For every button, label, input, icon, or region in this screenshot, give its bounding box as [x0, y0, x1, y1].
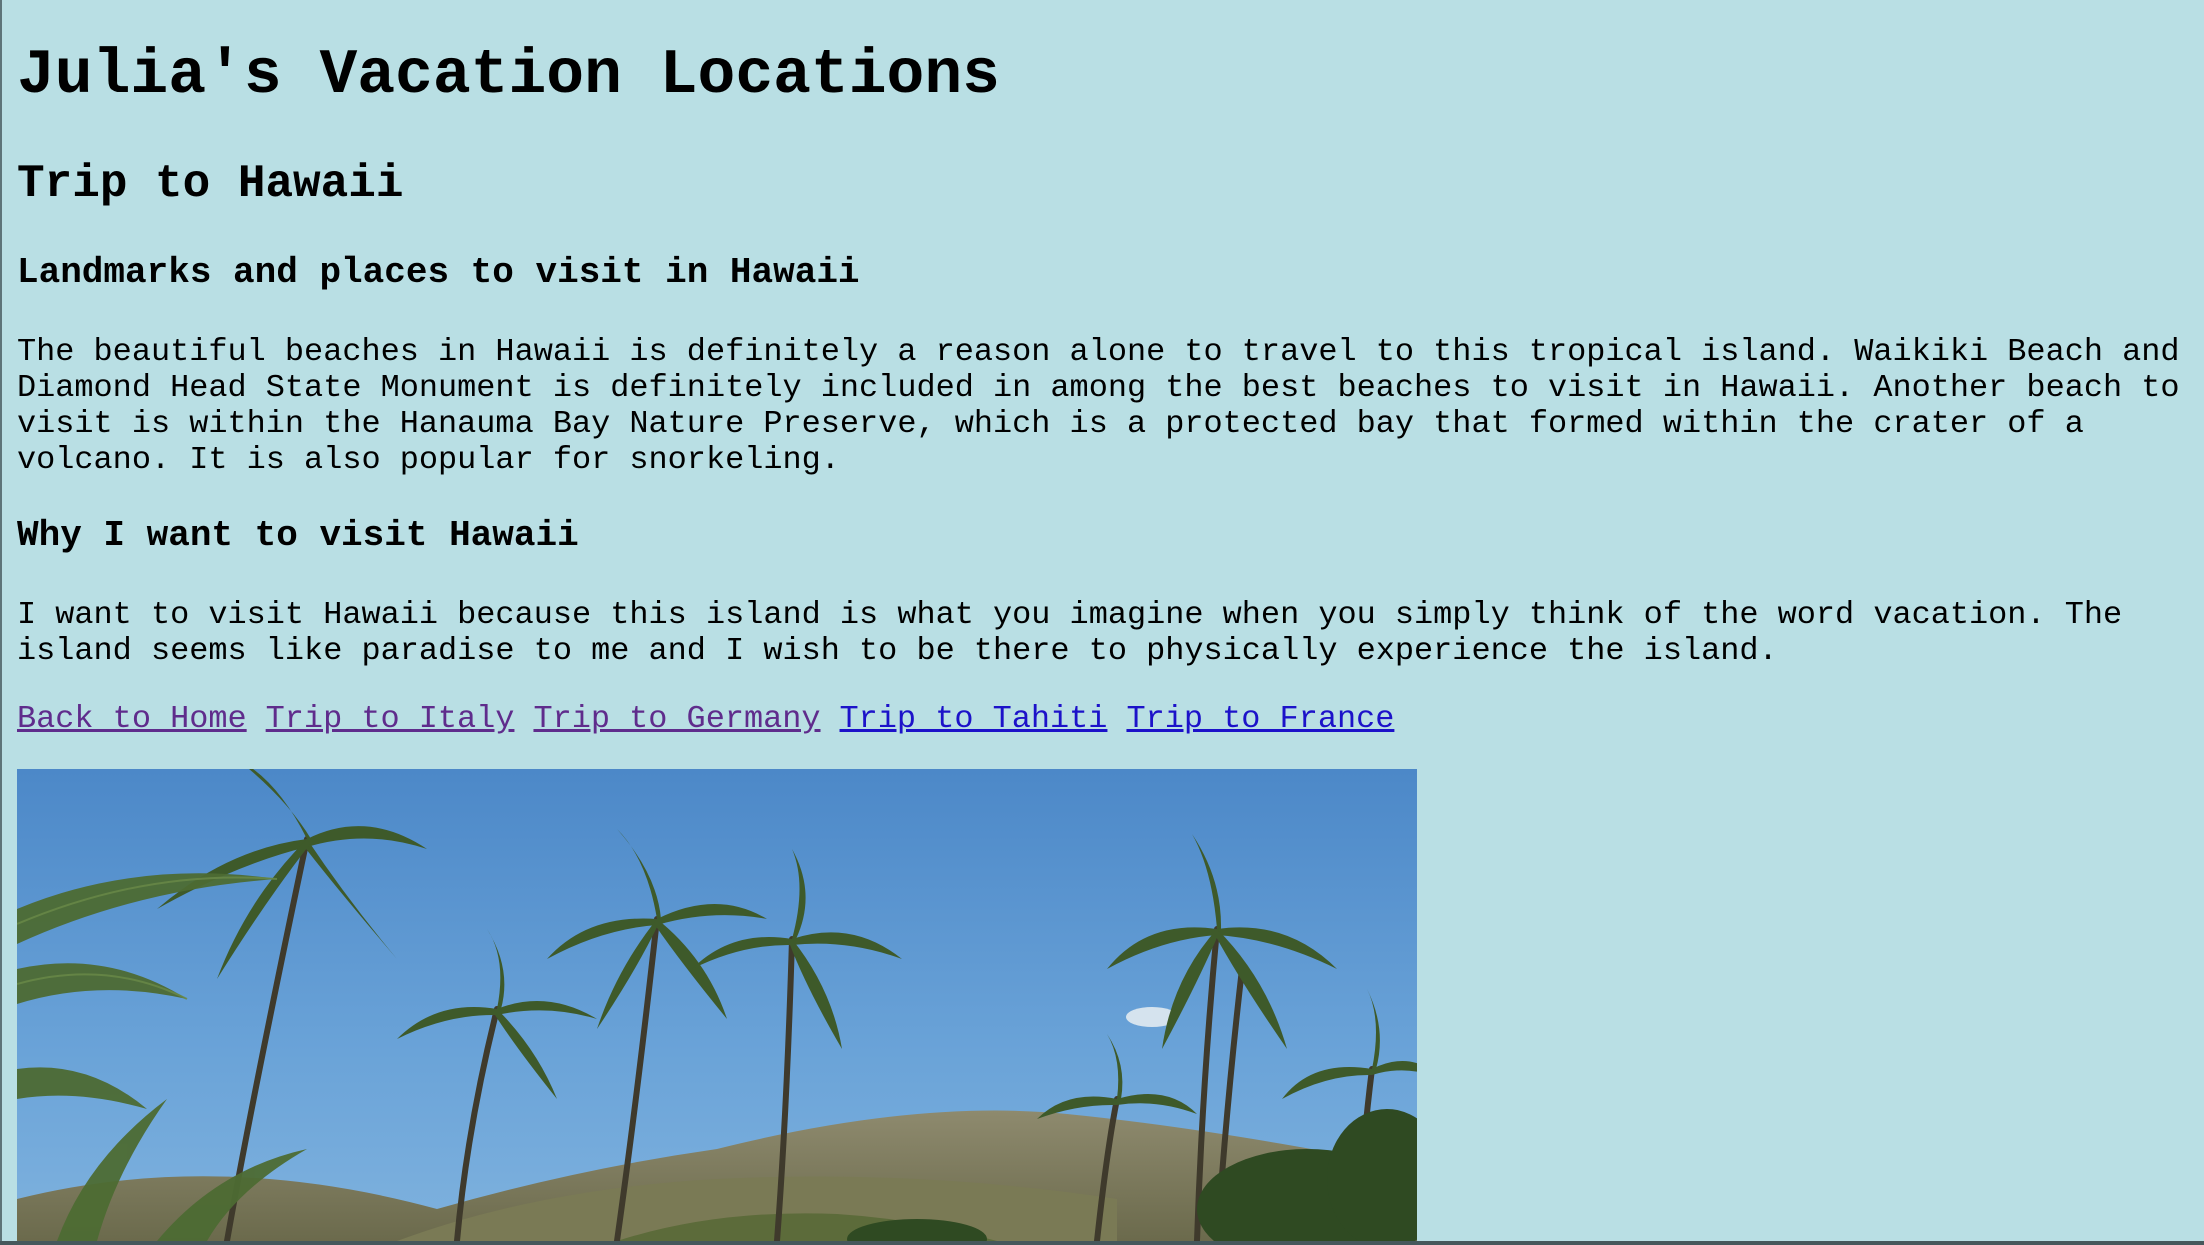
link-trip-to-italy[interactable]: Trip to Italy — [266, 700, 515, 737]
palm-trees-illustration — [17, 769, 1417, 1241]
link-trip-to-france[interactable]: Trip to France — [1126, 700, 1394, 737]
link-back-to-home[interactable]: Back to Home — [17, 700, 247, 737]
link-trip-to-tahiti[interactable]: Trip to Tahiti — [840, 700, 1108, 737]
page-title: Julia's Vacation Locations — [17, 40, 1000, 111]
landmarks-paragraph: The beautiful beaches in Hawaii is defin… — [17, 333, 2180, 478]
landmarks-heading: Landmarks and places to visit in Hawaii — [17, 252, 860, 293]
why-heading: Why I want to visit Hawaii — [17, 515, 579, 556]
window-bottom-edge — [0, 1241, 2204, 1245]
window-left-edge — [0, 0, 2, 1245]
link-trip-to-germany[interactable]: Trip to Germany — [533, 700, 820, 737]
trip-navigation: Back to Home Trip to Italy Trip to Germany… — [17, 700, 1413, 738]
trip-title: Trip to Hawaii — [17, 158, 404, 210]
palm-trees-photo — [17, 769, 1417, 1241]
why-paragraph: I want to visit Hawaii because this isla… — [17, 596, 2123, 669]
